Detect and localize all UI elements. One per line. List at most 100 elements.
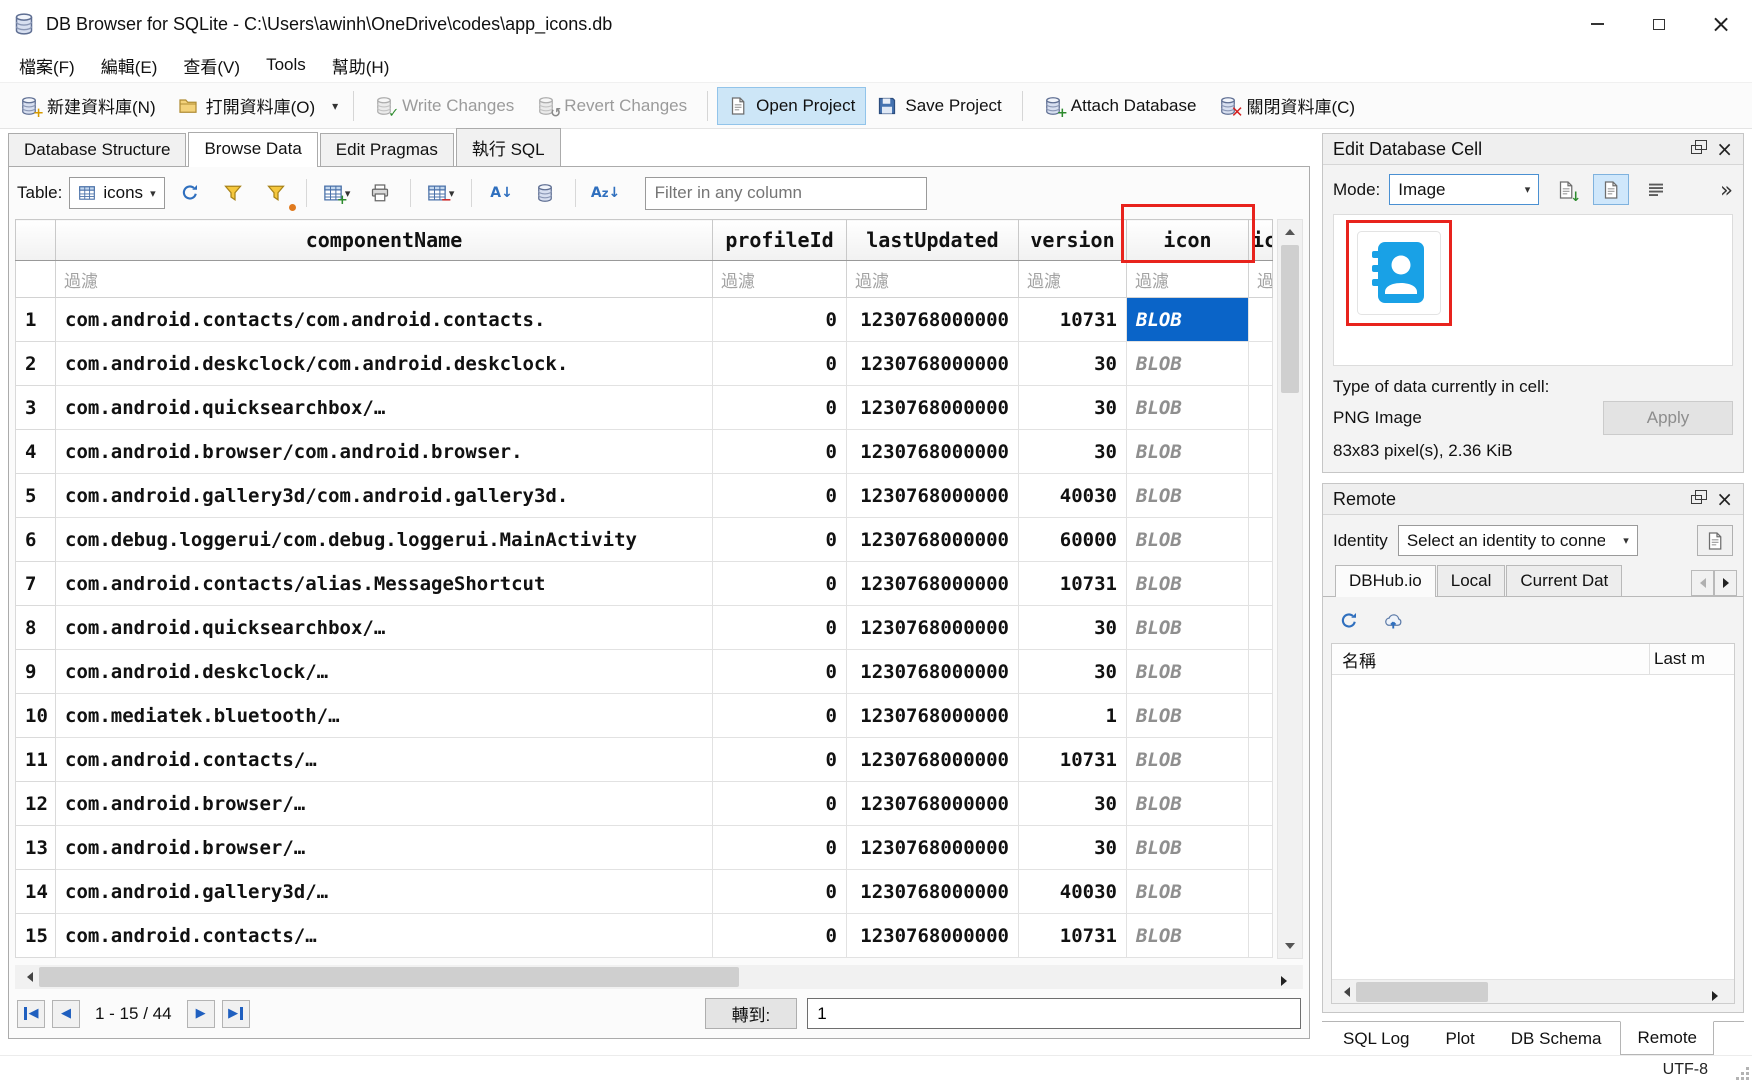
- filter-cell-version[interactable]: 過濾: [1019, 261, 1127, 298]
- cell-version[interactable]: 30: [1019, 606, 1127, 650]
- open-database-button[interactable]: 打開資料庫(O): [167, 84, 327, 127]
- write-changes-button[interactable]: ✓ Write Changes: [363, 87, 525, 125]
- vertical-scrollbar-thumb[interactable]: [1281, 245, 1299, 393]
- row-number[interactable]: 10: [16, 694, 56, 738]
- column-header-lastUpdated[interactable]: lastUpdated: [847, 220, 1019, 261]
- next-record-button[interactable]: ▶: [187, 1000, 215, 1028]
- cell-componentName[interactable]: com.android.contacts/alias.MessageShortc…: [56, 562, 713, 606]
- scroll-up-button[interactable]: [1278, 221, 1302, 243]
- filter-cell-profileId[interactable]: 過濾: [713, 261, 847, 298]
- tab-database-structure[interactable]: Database Structure: [8, 133, 186, 166]
- cell-icon[interactable]: BLOB: [1127, 518, 1249, 562]
- minimize-button[interactable]: [1566, 0, 1628, 48]
- first-record-button[interactable]: ◀: [17, 1000, 45, 1028]
- cell-componentName[interactable]: com.android.deskclock/…: [56, 650, 713, 694]
- tab-db-schema[interactable]: DB Schema: [1494, 1022, 1619, 1056]
- cell-lastUpdated[interactable]: 1230768000000: [847, 430, 1019, 474]
- word-wrap-button[interactable]: [1638, 174, 1674, 205]
- cell-lastUpdated[interactable]: 1230768000000: [847, 870, 1019, 914]
- remote-scrollbar-thumb[interactable]: [1356, 982, 1488, 1002]
- table-select[interactable]: icons ▾: [69, 177, 164, 209]
- scroll-right-button[interactable]: [1704, 984, 1726, 1008]
- cell-version[interactable]: 10731: [1019, 738, 1127, 782]
- cell-componentName[interactable]: com.android.quicksearchbox/…: [56, 606, 713, 650]
- cell-extra[interactable]: [1249, 650, 1273, 694]
- cell-lastUpdated[interactable]: 1230768000000: [847, 518, 1019, 562]
- cell-profileId[interactable]: 0: [713, 870, 847, 914]
- cell-profileId[interactable]: 0: [713, 914, 847, 958]
- filter-cell-componentName[interactable]: 過濾: [56, 261, 713, 298]
- cell-profileId[interactable]: 0: [713, 562, 847, 606]
- cell-componentName[interactable]: com.android.deskclock/com.android.deskcl…: [56, 342, 713, 386]
- resize-grip[interactable]: [1736, 1067, 1750, 1081]
- row-number[interactable]: 14: [16, 870, 56, 914]
- cell-icon[interactable]: BLOB: [1127, 914, 1249, 958]
- cell-version[interactable]: 30: [1019, 342, 1127, 386]
- cell-icon[interactable]: BLOB: [1127, 694, 1249, 738]
- open-project-button[interactable]: Open Project: [717, 87, 866, 125]
- cell-icon[interactable]: BLOB: [1127, 870, 1249, 914]
- open-database-dropdown[interactable]: ▾: [326, 89, 344, 123]
- cell-componentName[interactable]: com.android.browser/com.android.browser.: [56, 430, 713, 474]
- cell-version[interactable]: 40030: [1019, 870, 1127, 914]
- vertical-scrollbar[interactable]: [1277, 219, 1303, 959]
- cell-lastUpdated[interactable]: 1230768000000: [847, 606, 1019, 650]
- scroll-left-button[interactable]: [1332, 980, 1354, 1004]
- float-panel-icon[interactable]: [1691, 145, 1702, 154]
- tab-execute-sql[interactable]: 執行 SQL: [456, 128, 561, 166]
- cell-extra[interactable]: [1249, 738, 1273, 782]
- clear-filters-button[interactable]: [215, 176, 251, 210]
- goto-record-input[interactable]: [807, 998, 1301, 1029]
- cell-version[interactable]: 10731: [1019, 562, 1127, 606]
- cell-componentName[interactable]: com.android.contacts/com.android.contact…: [56, 298, 713, 342]
- tab-scroll-left-button[interactable]: [1691, 570, 1714, 596]
- cell-profileId[interactable]: 0: [713, 342, 847, 386]
- tab-current-database[interactable]: Current Dat: [1506, 565, 1622, 596]
- row-number[interactable]: 15: [16, 914, 56, 958]
- row-number[interactable]: 8: [16, 606, 56, 650]
- identity-settings-button[interactable]: [1697, 525, 1733, 556]
- cell-profileId[interactable]: 0: [713, 474, 847, 518]
- apply-button[interactable]: Apply: [1603, 401, 1733, 435]
- close-button[interactable]: ×: [1690, 0, 1752, 48]
- menu-item-tools[interactable]: Tools: [253, 50, 319, 80]
- cell-lastUpdated[interactable]: 1230768000000: [847, 914, 1019, 958]
- filter-cell-partial[interactable]: 過濾: [1249, 261, 1273, 298]
- cell-extra[interactable]: [1249, 870, 1273, 914]
- row-number[interactable]: 6: [16, 518, 56, 562]
- cell-icon[interactable]: BLOB: [1127, 738, 1249, 782]
- cell-version[interactable]: 10731: [1019, 914, 1127, 958]
- cell-extra[interactable]: [1249, 474, 1273, 518]
- cell-icon[interactable]: BLOB: [1127, 782, 1249, 826]
- cell-profileId[interactable]: 0: [713, 826, 847, 870]
- cell-profileId[interactable]: 0: [713, 782, 847, 826]
- tab-edit-pragmas[interactable]: Edit Pragmas: [320, 133, 454, 166]
- remote-refresh-button[interactable]: [1331, 605, 1367, 636]
- cell-extra[interactable]: [1249, 694, 1273, 738]
- row-number[interactable]: 3: [16, 386, 56, 430]
- tab-dbhub[interactable]: DBHub.io: [1335, 565, 1436, 597]
- cell-profileId[interactable]: 0: [713, 298, 847, 342]
- cell-extra[interactable]: [1249, 782, 1273, 826]
- cell-profileId[interactable]: 0: [713, 386, 847, 430]
- row-number[interactable]: 11: [16, 738, 56, 782]
- cell-profileId[interactable]: 0: [713, 606, 847, 650]
- export-data-button[interactable]: [1593, 174, 1629, 205]
- scroll-left-button[interactable]: [15, 965, 37, 989]
- cell-profileId[interactable]: 0: [713, 738, 847, 782]
- cell-profileId[interactable]: 0: [713, 650, 847, 694]
- cell-lastUpdated[interactable]: 1230768000000: [847, 782, 1019, 826]
- tab-browse-data[interactable]: Browse Data: [188, 132, 317, 167]
- cell-version[interactable]: 30: [1019, 430, 1127, 474]
- cell-extra[interactable]: [1249, 342, 1273, 386]
- cell-version[interactable]: 30: [1019, 782, 1127, 826]
- cell-extra[interactable]: [1249, 606, 1273, 650]
- tab-scroll-right-button[interactable]: [1714, 570, 1737, 596]
- column-header-componentName[interactable]: componentName: [56, 220, 713, 261]
- row-number[interactable]: 4: [16, 430, 56, 474]
- save-filter-button[interactable]: [258, 176, 294, 210]
- sort-asc-button[interactable]: A↓: [484, 176, 520, 210]
- cell-version[interactable]: 30: [1019, 826, 1127, 870]
- remote-lastmod-header[interactable]: Last m: [1650, 644, 1734, 674]
- menu-item-file[interactable]: 檔案(F): [6, 48, 88, 83]
